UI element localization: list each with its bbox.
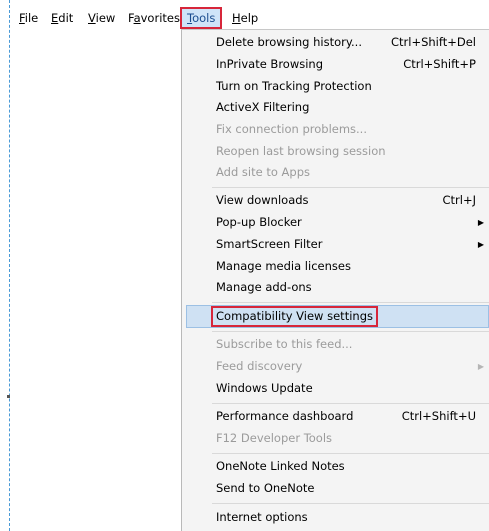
menu-separator	[212, 403, 489, 404]
menu-separator	[212, 503, 489, 504]
menu-separator	[212, 453, 489, 454]
menu-item-popup-blocker[interactable]: Pop-up Blocker ▶	[182, 212, 489, 233]
menu-item-label: Turn on Tracking Protection	[216, 79, 372, 93]
menu-tools[interactable]: Tools	[180, 7, 223, 29]
submenu-arrow-icon: ▶	[477, 218, 484, 227]
menu-item-label: Feed discovery	[216, 359, 303, 373]
menu-item-label: SmartScreen Filter	[216, 237, 323, 251]
menu-item-label: Performance dashboard	[216, 409, 354, 423]
menu-item-label: Fix connection problems...	[216, 122, 367, 136]
menu-item-manage-add-ons[interactable]: Manage add-ons	[182, 277, 489, 298]
menu-item-label: Manage media licenses	[216, 259, 351, 273]
menu-separator	[212, 331, 489, 332]
window-left-edge	[9, 0, 10, 531]
menu-item-label: Reopen last browsing session	[216, 144, 386, 158]
shortcut-label: Ctrl+Shift+P	[403, 57, 476, 71]
menu-item-label: Windows Update	[216, 381, 313, 395]
menu-item-label: Pop-up Blocker	[216, 215, 302, 229]
menu-item-subscribe-to-feed: Subscribe to this feed...	[182, 334, 489, 355]
menu-item-reopen-last-session: Reopen last browsing session	[182, 141, 489, 162]
menu-item-label: Delete browsing history...	[216, 35, 362, 49]
menu-item-delete-browsing-history[interactable]: Delete browsing history... Ctrl+Shift+De…	[182, 32, 489, 53]
menu-item-tracking-protection[interactable]: Turn on Tracking Protection	[182, 76, 489, 97]
menu-item-inprivate-browsing[interactable]: InPrivate Browsing Ctrl+Shift+P	[182, 54, 489, 75]
submenu-arrow-icon: ▶	[477, 240, 484, 249]
menu-item-compatibility-view-settings[interactable]: Compatibility View settings	[186, 305, 489, 328]
shortcut-label: Ctrl+Shift+Del	[391, 35, 476, 49]
shortcut-label: Ctrl+J	[442, 193, 477, 207]
menu-separator	[212, 187, 489, 188]
menu-item-label: Subscribe to this feed...	[216, 337, 353, 351]
menu-edit[interactable]: Edit	[48, 8, 76, 28]
menu-help[interactable]: Help	[229, 8, 261, 28]
menu-item-manage-media-licenses[interactable]: Manage media licenses	[182, 256, 489, 277]
menu-file[interactable]: File	[16, 8, 41, 28]
menu-separator	[212, 302, 489, 303]
menu-item-send-to-onenote[interactable]: Send to OneNote	[182, 478, 489, 499]
menu-item-label: InPrivate Browsing	[216, 57, 324, 71]
menu-item-label: ActiveX Filtering	[216, 100, 310, 114]
menu-item-activex-filtering[interactable]: ActiveX Filtering	[182, 97, 489, 118]
menu-item-add-site-to-apps: Add site to Apps	[182, 162, 489, 183]
menu-favorites[interactable]: Favorites	[125, 8, 183, 28]
menu-item-internet-options[interactable]: Internet options	[182, 507, 489, 528]
submenu-arrow-icon: ▶	[477, 362, 484, 371]
menu-item-label: Send to OneNote	[216, 481, 315, 495]
menu-item-performance-dashboard[interactable]: Performance dashboard Ctrl+Shift+U	[182, 406, 489, 427]
menu-item-windows-update[interactable]: Windows Update	[182, 378, 489, 399]
shortcut-label: Ctrl+Shift+U	[401, 409, 476, 423]
browser-window: File Edit View Favorites Tools Help Dele…	[0, 0, 489, 531]
menu-item-onenote-linked-notes[interactable]: OneNote Linked Notes	[182, 456, 489, 477]
menu-item-smartscreen-filter[interactable]: SmartScreen Filter ▶	[182, 234, 489, 255]
menu-item-fix-connection-problems: Fix connection problems...	[182, 119, 489, 140]
menu-item-label: OneNote Linked Notes	[216, 459, 345, 473]
menu-bar: File Edit View Favorites Tools Help	[10, 0, 489, 30]
menu-item-feed-discovery: Feed discovery ▶	[182, 356, 489, 377]
menu-item-label: Add site to Apps	[216, 165, 311, 179]
tools-dropdown-menu: Delete browsing history... Ctrl+Shift+De…	[181, 29, 489, 531]
menu-item-view-downloads[interactable]: View downloads Ctrl+J	[182, 190, 489, 211]
menu-view[interactable]: View	[85, 8, 118, 28]
menu-item-label: F12 Developer Tools	[216, 431, 333, 445]
menu-item-label: Internet options	[216, 510, 308, 524]
menu-item-label: View downloads	[216, 193, 309, 207]
menu-item-label: Manage add-ons	[216, 280, 312, 294]
menu-item-f12-developer-tools: F12 Developer Tools	[182, 428, 489, 449]
menu-item-label: Compatibility View settings	[211, 306, 378, 327]
edge-marker	[7, 395, 10, 398]
